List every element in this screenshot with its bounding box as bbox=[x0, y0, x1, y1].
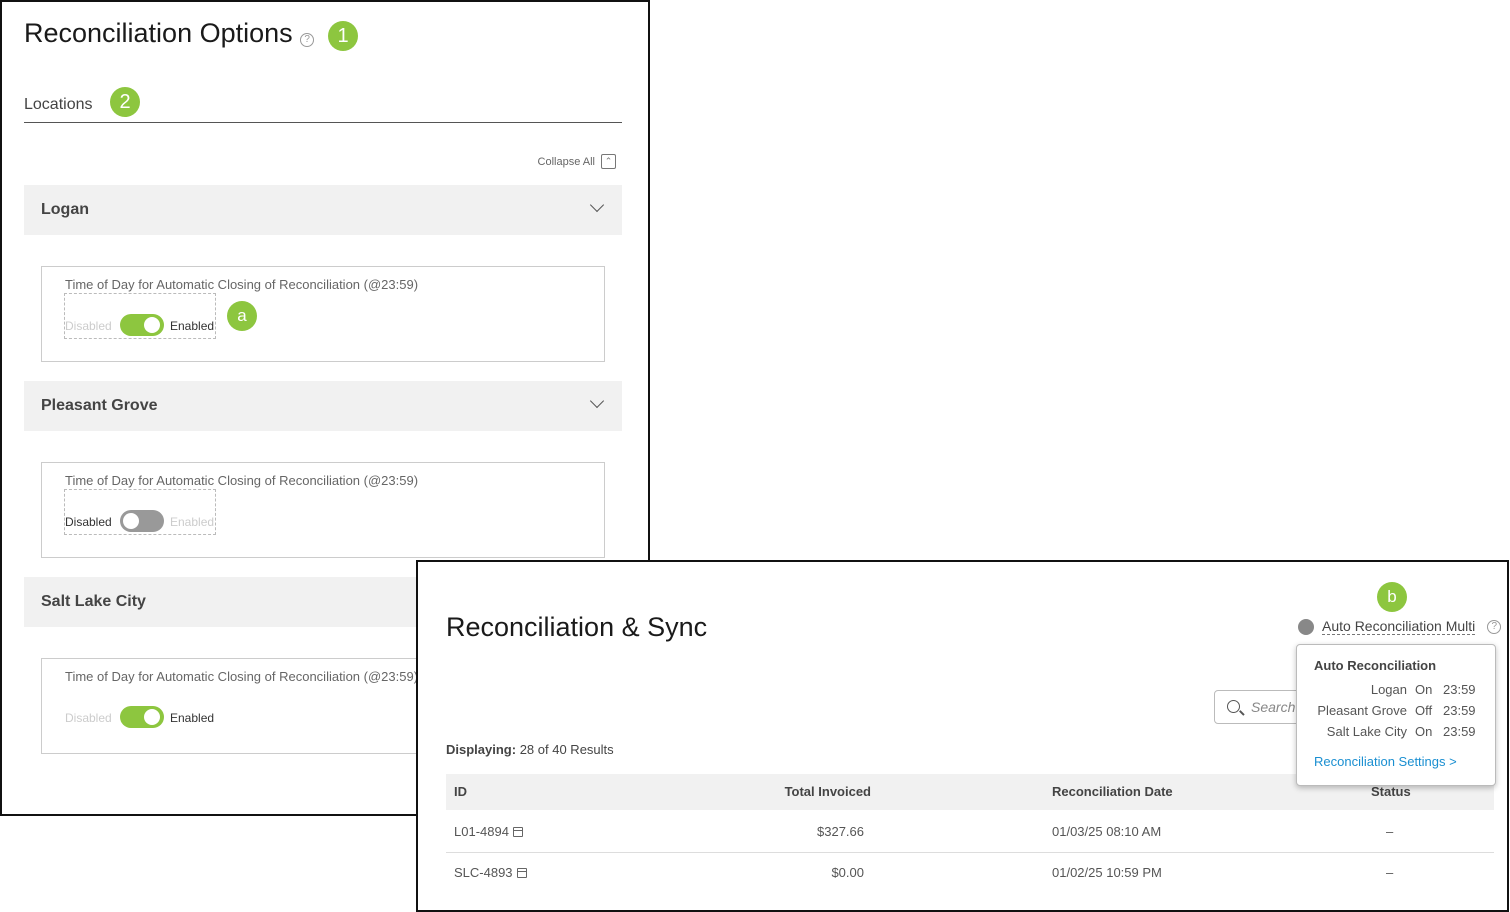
toggle-switch[interactable] bbox=[120, 510, 164, 532]
search-placeholder: Search bbox=[1251, 699, 1296, 715]
row-id-cell: SLC-4893 bbox=[454, 865, 527, 880]
auto-close-label: Time of Day for Automatic Closing of Rec… bbox=[65, 473, 419, 488]
row-status: – bbox=[1386, 824, 1394, 839]
row-date: 01/03/25 08:10 AM bbox=[1052, 824, 1162, 839]
results-count-label: Displaying: bbox=[446, 742, 517, 757]
toggle-disabled-label: Disabled bbox=[65, 711, 112, 725]
popover-location: Salt Lake City bbox=[1326, 724, 1407, 739]
column-header-reconciliation-date[interactable]: Reconciliation Date bbox=[1052, 784, 1173, 799]
row-date: 01/02/25 10:59 PM bbox=[1052, 865, 1162, 880]
calendar-icon bbox=[516, 868, 527, 878]
row-id[interactable]: L01-4894 bbox=[454, 824, 509, 839]
column-header-status[interactable]: Status bbox=[1371, 784, 1411, 799]
popover-time: 23:59 bbox=[1443, 724, 1476, 739]
auto-close-label: Time of Day for Automatic Closing of Rec… bbox=[65, 669, 419, 684]
toggle-disabled-label: Disabled bbox=[65, 319, 112, 333]
results-count: Displaying: 28 of 40 Results bbox=[446, 742, 614, 757]
popover-state: Off bbox=[1415, 703, 1433, 718]
toggle-enabled-label: Enabled bbox=[170, 515, 215, 529]
collapse-up-icon: ⌃ bbox=[601, 154, 616, 169]
location-name: Salt Lake City bbox=[41, 593, 146, 610]
chevron-down-icon[interactable] bbox=[589, 393, 605, 409]
toggle-enabled-label: Enabled bbox=[170, 319, 215, 333]
callout-badge-1: 1 bbox=[328, 21, 358, 51]
callout-badge-2: 2 bbox=[110, 87, 140, 117]
row-status: – bbox=[1386, 865, 1394, 880]
collapse-all-label: Collapse All bbox=[537, 155, 595, 168]
row-total: $327.66 bbox=[817, 824, 864, 839]
popover-title: Auto Reconciliation bbox=[1314, 658, 1437, 673]
tab-locations[interactable]: Locations bbox=[24, 96, 93, 114]
location-name: Pleasant Grove bbox=[41, 397, 158, 414]
calendar-icon bbox=[512, 827, 523, 837]
table-row[interactable]: SLC-4893 $0.00 01/02/25 10:59 PM – bbox=[446, 852, 1494, 893]
sync-page-title: Reconciliation & Sync bbox=[446, 612, 708, 642]
auto-reconciliation-link[interactable]: Auto Reconciliation Multi bbox=[1322, 618, 1476, 635]
auto-close-toggle[interactable]: Disabled Enabled bbox=[64, 685, 216, 731]
popover-time: 23:59 bbox=[1443, 682, 1476, 697]
auto-close-toggle[interactable]: Disabled Enabled bbox=[64, 489, 216, 535]
auto-close-label: Time of Day for Automatic Closing of Rec… bbox=[65, 277, 419, 292]
location-card-logan: Time of Day for Automatic Closing of Rec… bbox=[41, 266, 605, 362]
help-icon[interactable]: ? bbox=[1487, 619, 1502, 634]
toggle-knob bbox=[123, 513, 139, 529]
search-icon bbox=[1227, 700, 1240, 713]
location-header-logan[interactable]: Logan bbox=[24, 185, 622, 235]
column-header-id[interactable]: ID bbox=[454, 784, 467, 799]
collapse-all-button[interactable]: Collapse All ⌃ bbox=[538, 154, 616, 169]
results-count-value: 28 of 40 Results bbox=[519, 742, 614, 757]
popover-state: On bbox=[1415, 682, 1433, 697]
toggle-disabled-label: Disabled bbox=[65, 515, 112, 529]
status-dot-icon bbox=[1298, 618, 1314, 635]
location-name: Logan bbox=[41, 201, 89, 218]
toggle-switch[interactable] bbox=[120, 706, 164, 728]
row-id-cell: L01-4894 bbox=[454, 824, 523, 839]
page-title: Reconciliation Options ? bbox=[24, 18, 315, 49]
popover-location: Pleasant Grove bbox=[1317, 703, 1407, 718]
popover-time: 23:59 bbox=[1443, 703, 1476, 718]
callout-badge-b: b bbox=[1377, 582, 1407, 612]
toggle-knob bbox=[144, 709, 160, 725]
row-id[interactable]: SLC-4893 bbox=[454, 865, 513, 880]
row-total: $0.00 bbox=[831, 865, 864, 880]
help-icon[interactable]: ? bbox=[300, 32, 315, 47]
column-header-total-invoiced[interactable]: Total Invoiced bbox=[785, 784, 871, 799]
toggle-switch[interactable] bbox=[120, 314, 164, 336]
toggle-knob bbox=[144, 317, 160, 333]
chevron-down-icon[interactable] bbox=[589, 197, 605, 213]
location-card-pleasant-grove: Time of Day for Automatic Closing of Rec… bbox=[41, 462, 605, 558]
auto-reconciliation-popover: Auto Reconciliation Logan On 23:59 Pleas… bbox=[1296, 644, 1496, 786]
reconciliation-sync-panel: Reconciliation & Sync b Auto Reconciliat… bbox=[416, 560, 1509, 912]
toggle-enabled-label: Enabled bbox=[170, 711, 215, 725]
auto-reconciliation-status: Auto Reconciliation Multi ? bbox=[1298, 618, 1502, 635]
location-header-pleasant-grove[interactable]: Pleasant Grove bbox=[24, 381, 622, 431]
popover-state: On bbox=[1415, 724, 1433, 739]
popover-location: Logan bbox=[1370, 682, 1407, 697]
callout-badge-a: a bbox=[227, 301, 257, 331]
auto-close-toggle[interactable]: Disabled Enabled bbox=[64, 293, 216, 339]
table-row[interactable]: L01-4894 $327.66 01/03/25 08:10 AM – bbox=[446, 811, 1494, 853]
reconciliation-settings-link[interactable]: Reconciliation Settings > bbox=[1314, 754, 1457, 769]
page-title-text: Reconciliation Options bbox=[24, 18, 293, 48]
